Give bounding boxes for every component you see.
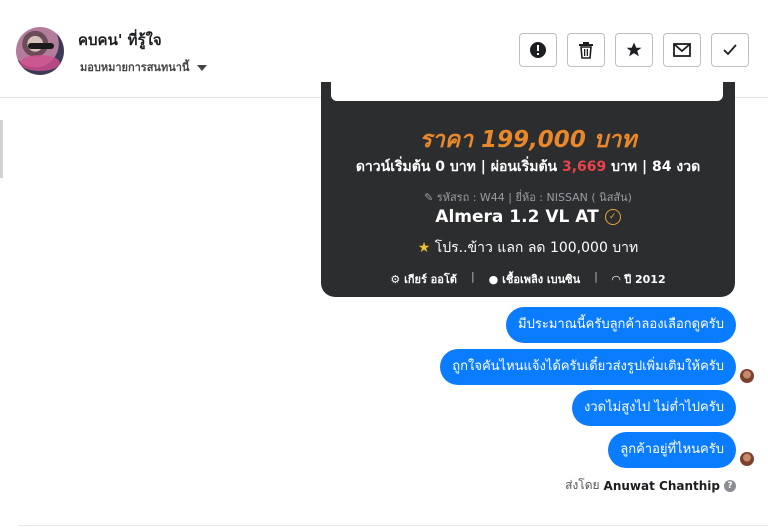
down-payment-text: ดาวน์เริ่มต้น 0 บาท | ผ่อนเริ่มต้น 3,669…: [321, 156, 735, 178]
report-button[interactable]: [519, 33, 557, 67]
sent-by-label: ส่งโดย: [565, 478, 600, 492]
message-bubble[interactable]: ถูกใจคันไหนแจ้งได้ครับเดี๋ยวส่งรูปเพิ่มเ…: [440, 349, 736, 385]
message-bubble[interactable]: งวดไม่สูงไป ไม่ต่ำไปครับ: [572, 390, 736, 426]
composer-border: [18, 525, 768, 526]
gear-spec: ⚙ เกียร์ ออโต้: [390, 270, 457, 288]
down-payment-prefix: ดาวน์เริ่มต้น 0 บาท | ผ่อนเริ่มต้น: [355, 159, 558, 175]
seen-avatar: [740, 369, 754, 383]
price-text: ราคา 199,000 บาท: [419, 127, 637, 153]
delete-button[interactable]: [567, 33, 605, 67]
avatar-accent: [20, 55, 60, 71]
car-meta-text: รหัสรถ : W44 | ยี่ห้อ : NISSAN ( นิสสัน): [436, 191, 632, 204]
message-bubble[interactable]: มีประมาณนี้ครับลูกค้าลองเลือกดูครับ: [506, 307, 736, 343]
gauge-icon: ◠: [611, 273, 621, 286]
star-icon: [626, 42, 642, 57]
spec-divider: |: [470, 270, 475, 283]
seen-avatar: [740, 452, 754, 466]
product-image-bottom: [331, 82, 723, 101]
envelope-icon: [673, 43, 691, 57]
exclamation-circle-icon: [530, 42, 546, 58]
message-bubble[interactable]: ลูกค้าอยู่ที่ไหนครับ: [608, 432, 736, 468]
gear-text: เกียร์ ออโต้: [404, 273, 457, 286]
year-text: ปี 2012: [624, 273, 666, 286]
contact-name[interactable]: คบคน' ที่รู้ใจ: [78, 28, 162, 52]
sent-by-name: Anuwat Chanthip: [603, 478, 720, 493]
fuel-drop-icon: ●: [488, 273, 499, 286]
avatar[interactable]: [16, 27, 64, 75]
help-icon[interactable]: ?: [724, 479, 736, 492]
promo-star-icon: ★: [417, 240, 431, 256]
verified-check-icon: ✓: [604, 209, 621, 225]
checkmark-icon: [723, 44, 737, 56]
promo-text: โปร..ข้าว แลก ลด 100,000 บาท: [434, 240, 639, 256]
car-model-text: Almera 1.2 VL AT: [435, 207, 599, 227]
spec-divider: |: [594, 270, 598, 283]
tag-icon: ✎: [424, 191, 434, 204]
fuel-text: เชื้อเพลิง เบนซิน: [502, 273, 581, 286]
done-button[interactable]: [711, 33, 749, 67]
star-button[interactable]: [615, 33, 653, 67]
sent-by: ส่งโดย Anuwat Chanthip ?: [565, 476, 736, 495]
mail-button[interactable]: [663, 33, 701, 67]
scroll-indicator: [0, 120, 3, 178]
avatar-glasses: [28, 43, 54, 49]
product-card[interactable]: ราคา 199,000 บาท ดาวน์เริ่มต้น 0 บาท | ผ…: [321, 82, 735, 297]
gear-icon: ⚙: [390, 273, 401, 286]
promo-line: ★ โปร..ข้าว แลก ลด 100,000 บาท: [321, 237, 735, 259]
installment-amount: 3,669: [562, 159, 607, 175]
fuel-spec: ● เชื้อเพลิง เบนซิน: [489, 270, 580, 288]
car-specs: ⚙ เกียร์ ออโต้ | ● เชื้อเพลิง เบนซิน | ◠…: [321, 270, 735, 288]
year-spec: ◠ ปี 2012: [612, 270, 666, 288]
caret-down-icon: [197, 65, 208, 71]
assign-conversation-dropdown[interactable]: มอบหมายการสนทนานี้: [80, 58, 208, 76]
assign-label: มอบหมายการสนทนานี้: [80, 61, 190, 74]
car-meta: ✎ รหัสรถ : W44 | ยี่ห้อ : NISSAN ( นิสสั…: [321, 188, 735, 206]
trash-icon: [579, 42, 593, 59]
car-model: Almera 1.2 VL AT ✓: [321, 207, 735, 227]
down-payment-suffix: บาท | 84 งวด: [611, 159, 701, 175]
